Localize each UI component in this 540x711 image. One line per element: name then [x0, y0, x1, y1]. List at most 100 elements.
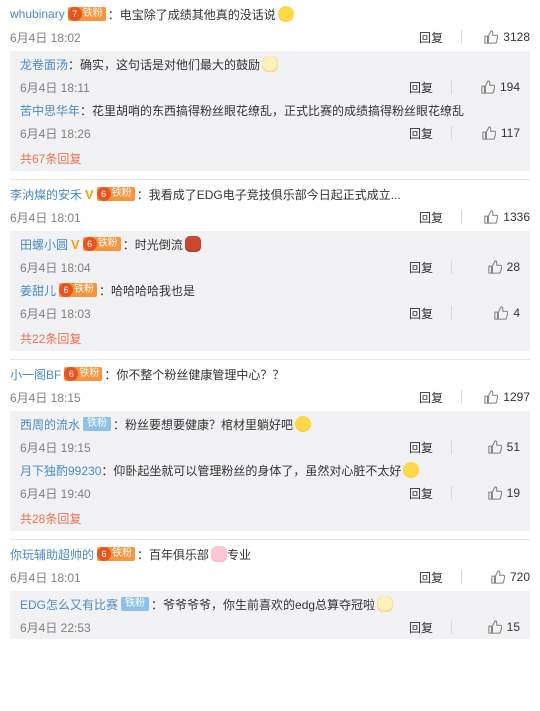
comment-username[interactable]: 小一阁BF [10, 366, 61, 383]
comment-meta: 6月4日 18:15 回复 1297 [10, 385, 530, 409]
fan-badge-icon: 7 铁粉 [67, 7, 106, 21]
reply-button[interactable]: 回复 [409, 485, 433, 502]
fan-badge-icon: 6 铁粉 [59, 283, 98, 297]
reply-username[interactable]: 田螺小圆 [20, 236, 68, 253]
reply-body: 月下独酌99230 ： 仰卧起坐就可以管理粉丝的身体了，虽然对心脏不太好 [20, 459, 520, 481]
reply-body: EDG怎么又有比赛 铁粉 ： 爷爷爷爷，你生前喜欢的edg总算夺冠啦 [20, 593, 520, 615]
vip-v-icon: V [71, 236, 80, 252]
like-button[interactable]: 117 [464, 126, 520, 140]
like-count: 117 [500, 126, 520, 140]
like-count: 4 [513, 306, 520, 320]
like-button[interactable]: 15 [464, 620, 520, 634]
reply-button[interactable]: 回复 [409, 125, 433, 142]
comment-username[interactable]: whubinary [10, 7, 65, 21]
comment-body: whubinary 7 铁粉 ： 电宝除了成绩其他真的没话说 [10, 3, 530, 25]
like-button[interactable]: 1297 [474, 390, 530, 404]
comment-time: 6月4日 18:02 [10, 30, 81, 45]
reply-button[interactable]: 回复 [409, 305, 433, 322]
reply-time: 6月4日 22:53 [20, 620, 91, 635]
reply-button[interactable]: 回复 [419, 29, 443, 46]
comment-username[interactable]: 你玩辅助超帅的 [10, 546, 94, 563]
comment-body: 李汭燦的安禾 V 6 铁粉 ： 我看成了EDG电子竞技俱乐部今日起正式成立... [10, 186, 401, 203]
reply-button[interactable]: 回复 [419, 209, 443, 226]
cat-emoji-icon [377, 596, 394, 612]
reply-button[interactable]: 回复 [419, 389, 443, 406]
comment-body: 你玩辅助超帅的 6 铁粉 ： 百年俱乐部 专业 [10, 546, 252, 563]
thumbs-up-icon [487, 260, 502, 274]
like-count: 194 [499, 80, 520, 94]
reply-time: 6月4日 19:15 [20, 440, 91, 455]
reply-time: 6月4日 19:40 [20, 486, 91, 501]
more-replies-link[interactable]: 共67条回复 [20, 145, 520, 171]
reply-username[interactable]: 姜甜儿 [20, 282, 56, 299]
like-button[interactable]: 1336 [474, 210, 530, 224]
reply-username[interactable]: 西周的流水 [20, 416, 80, 433]
reply-time: 6月4日 18:04 [20, 260, 91, 275]
laugh-emoji-icon [403, 462, 420, 478]
thumbs-up-icon [487, 486, 502, 500]
comment: 小一阁BF 6 铁粉 ： 你不整个粉丝健康管理中心？？ 6月4日 18:15 回复… [0, 360, 540, 409]
reply-button[interactable]: 回复 [409, 619, 433, 636]
reply-meta: 6月4日 18:03 回复 4 [20, 301, 520, 325]
reply-button[interactable]: 回复 [409, 259, 433, 276]
reply-meta: 6月4日 22:53 回复 15 [20, 615, 520, 639]
replies-box: 田螺小圆 V 6 铁粉 ： 时光倒流 6月4日 18:04 回复 28 姜甜儿 6… [10, 231, 530, 351]
fan-badge-icon: 6 铁粉 [64, 367, 103, 381]
like-count: 28 [506, 260, 520, 274]
like-count: 720 [509, 570, 530, 584]
like-count: 51 [506, 440, 520, 454]
like-count: 1297 [503, 390, 530, 404]
reply-time: 6月4日 18:26 [20, 126, 91, 141]
reply-button[interactable]: 回复 [409, 79, 433, 96]
divider [461, 210, 462, 224]
reply-username[interactable]: 龙卷面汤 [20, 56, 68, 73]
gift-emoji-icon [184, 236, 201, 252]
reply-meta: 6月4日 18:26 回复 117 [20, 121, 520, 145]
vip-v-icon: V [85, 186, 94, 202]
divider [451, 440, 452, 454]
kiss-emoji-icon [277, 6, 294, 22]
comment-thread: whubinary 7 铁粉 ： 电宝除了成绩其他真的没话说 6月4日 18:02… [0, 0, 540, 639]
like-button[interactable]: 4 [464, 306, 520, 320]
like-button[interactable]: 28 [464, 260, 520, 274]
reply-text: 确实，这句话是对他们最大的鼓励 [80, 57, 261, 72]
thumbs-up-icon [494, 306, 509, 320]
more-replies-link[interactable]: 共28条回复 [20, 505, 520, 531]
like-count: 19 [506, 486, 520, 500]
thumbs-up-icon [491, 570, 505, 584]
cat-emoji-icon [262, 56, 279, 72]
replies-box: 西周的流水 铁粉 ： 粉丝要想要健康？棺材里躺好吧 6月4日 19:15 回复 … [10, 411, 530, 531]
comment-username[interactable]: 李汭燦的安禾 [10, 186, 82, 203]
reply-body: 田螺小圆 V 6 铁粉 ： 时光倒流 [20, 233, 520, 255]
thumbs-up-icon [487, 440, 502, 454]
reply-button[interactable]: 回复 [409, 439, 433, 456]
fan-badge-icon: 6 铁粉 [96, 187, 135, 201]
comment: 李汭燦的安禾 V 6 铁粉 ： 我看成了EDG电子竞技俱乐部今日起正式成立... … [0, 180, 540, 229]
smile-emoji-icon [295, 416, 312, 432]
like-button[interactable]: 3128 [474, 30, 530, 44]
like-button[interactable]: 51 [464, 440, 520, 454]
comment: 你玩辅助超帅的 6 铁粉 ： 百年俱乐部 专业 6月4日 18:01 回复 720 [0, 540, 540, 589]
thumbs-up-icon [484, 30, 499, 44]
comment-meta: 6月4日 18:02 回复 3128 [10, 25, 530, 49]
like-button[interactable]: 19 [464, 486, 520, 500]
fan-badge-icon: 铁粉 [121, 597, 150, 611]
thumbs-up-icon [484, 210, 499, 224]
comment-time: 6月4日 18:15 [10, 390, 81, 405]
like-button[interactable]: 194 [464, 80, 520, 94]
fan-badge-icon: 铁粉 [83, 417, 112, 431]
divider [451, 80, 452, 94]
divider [461, 390, 462, 404]
like-button[interactable]: 720 [474, 570, 530, 584]
reply-button[interactable]: 回复 [419, 569, 443, 586]
pig-emoji-icon [211, 546, 228, 562]
fan-badge-icon: 6 铁粉 [82, 237, 121, 251]
fan-badge-icon: 6 铁粉 [97, 547, 136, 561]
divider [461, 570, 462, 584]
reply-username[interactable]: EDG怎么又有比赛 [20, 596, 118, 613]
reply-username[interactable]: 月下独酌99230 [20, 462, 101, 479]
reply-username[interactable]: 苦中思华年 [20, 102, 80, 119]
more-replies-link[interactable]: 共22条回复 [20, 325, 520, 351]
thumbs-up-icon [482, 126, 496, 140]
reply-text: 时光倒流 [134, 237, 183, 252]
